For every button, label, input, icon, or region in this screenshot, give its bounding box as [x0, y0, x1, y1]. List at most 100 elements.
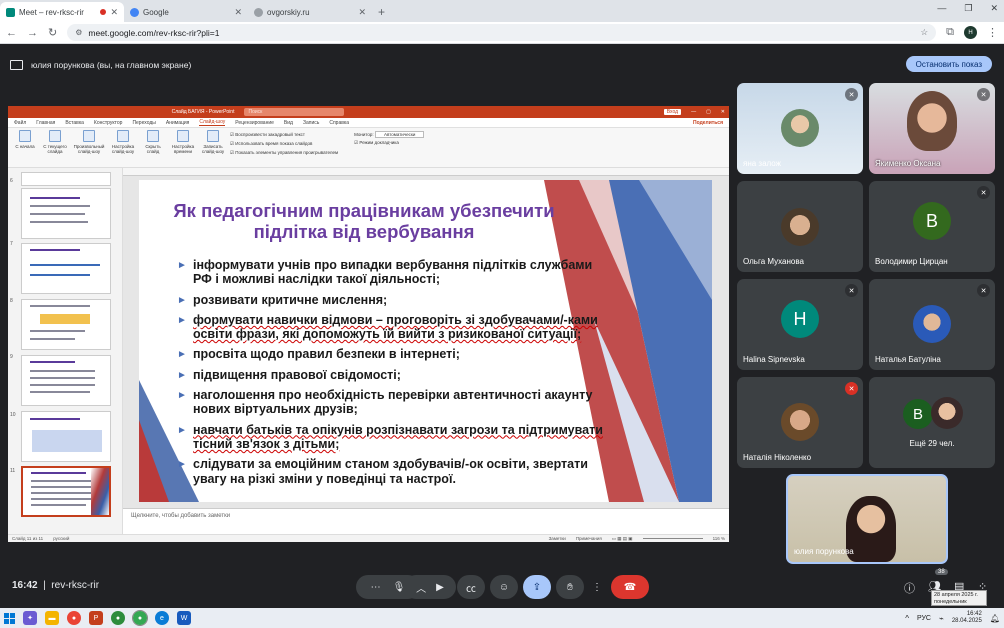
more-options-button[interactable]: ⋮ [587, 575, 607, 599]
ppt-tab-transitions[interactable]: Переходы [132, 120, 155, 126]
participant-tile[interactable]: ✕ Якименко Оксана [869, 83, 995, 174]
monitor-select[interactable]: Монитор: Автоматически [354, 131, 425, 138]
zoom-level: 116 % [712, 536, 725, 541]
slide-bullet: ► розвивати критичне мислення; [177, 292, 388, 307]
participant-tile[interactable]: В ✕ Володимир Цирцан [869, 181, 995, 272]
language-indicator[interactable]: РУС [917, 615, 931, 622]
back-icon[interactable]: ← [6, 27, 17, 39]
participant-tile[interactable]: ✕ Наталья Батуліна [869, 279, 995, 370]
captions-button[interactable]: ㏄ [457, 575, 485, 599]
minimize-icon[interactable]: — [937, 3, 946, 14]
word-icon[interactable]: W [177, 611, 191, 625]
close-tab-icon[interactable]: ✕ [358, 7, 366, 18]
tab-google[interactable]: Google ✕ [124, 2, 248, 22]
record-show-button[interactable]: Записать слайд-шоу [200, 130, 226, 165]
ppt-tab-insert[interactable]: Вставка [65, 120, 84, 126]
ppt-maximize-icon[interactable]: ▢ [706, 109, 711, 115]
presenter-view-checkbox[interactable]: ☑ Режим докладчика [354, 140, 424, 146]
close-tab-icon[interactable]: ✕ [234, 7, 242, 18]
clock[interactable]: 16:42 28.04.2025 [952, 611, 982, 625]
media-controls-checkbox[interactable]: ☑ Показать элементы управления проигрыва… [230, 150, 338, 156]
video-options-icon[interactable]: ︿ [416, 580, 426, 595]
zoom-slider[interactable] [642, 538, 703, 539]
url-input[interactable]: ⚙ meet.google.com/rev-rksc-rir?pli=1 ☆ [67, 24, 937, 41]
profile-avatar[interactable]: Н [964, 26, 977, 39]
forward-icon[interactable]: → [27, 27, 38, 39]
file-explorer-icon[interactable]: ▬ [45, 611, 59, 625]
slide-thumbnail[interactable] [21, 243, 111, 294]
bookmark-star-icon[interactable]: ☆ [921, 27, 929, 38]
site-info-icon[interactable]: ⚙ [75, 28, 82, 37]
notes-input[interactable]: Щелкните, чтобы добавить заметки [123, 508, 729, 534]
rehearse-timings-button[interactable]: Настройка времени [170, 130, 196, 165]
comments-toggle-button[interactable]: Примечания [576, 536, 602, 541]
chrome-alt-icon[interactable]: ● [111, 611, 125, 625]
ppt-tab-slideshow[interactable]: Слайд-шоу [199, 119, 226, 126]
tab-ovgorskiy[interactable]: ovgorskiy.ru ✕ [248, 2, 372, 22]
hide-slide-button[interactable]: Скрыть слайд [140, 130, 166, 165]
powerpoint-icon[interactable]: P [89, 611, 103, 625]
ppt-tab-view[interactable]: Вид [284, 120, 293, 126]
setup-show-button[interactable]: Настройка слайд-шоу [110, 130, 136, 165]
meeting-details-icon[interactable]: ⓘ [904, 580, 915, 596]
participant-tile[interactable]: ✕ Наталія Ніколенко [737, 377, 863, 468]
slide-thumbnail[interactable] [21, 411, 111, 462]
more-participants-tile[interactable]: В Ещё 29 чел. [869, 377, 995, 468]
ppt-tab-file[interactable]: Файл [14, 120, 26, 126]
ppt-tab-review[interactable]: Рецензирование [235, 120, 274, 126]
hide-slide-icon [147, 130, 159, 142]
from-current-button[interactable]: С текущего слайда [42, 130, 68, 165]
copilot-icon[interactable]: ✦ [23, 611, 37, 625]
self-view-tile[interactable]: юлия порункова [786, 474, 948, 564]
notes-toggle-button[interactable]: Заметки [549, 536, 566, 541]
close-tab-icon[interactable]: ✕ [110, 7, 118, 18]
present-button[interactable]: ⇪ [523, 575, 551, 599]
slide-thumbnail[interactable] [21, 299, 111, 350]
ppt-tab-help[interactable]: Справка [329, 120, 349, 126]
ppt-close-icon[interactable]: ✕ [721, 109, 725, 115]
ppt-minimize-icon[interactable]: — [691, 109, 696, 115]
ppt-search-input[interactable]: Поиск [244, 108, 345, 116]
extensions-icon[interactable]: ⧉ [946, 26, 954, 39]
notifications-icon[interactable]: 🔔︎ [990, 614, 1000, 623]
reactions-button[interactable]: ☺ [490, 575, 518, 599]
camera-icon[interactable]: ▶ [436, 582, 444, 593]
chrome-active-icon[interactable]: ● [132, 610, 148, 626]
ppt-tab-animation[interactable]: Анимация [166, 120, 189, 126]
tab-meet[interactable]: Meet – rev-rksc-rir ✕ [0, 2, 124, 22]
custom-show-button[interactable]: Произвольный слайд-шоу [72, 130, 106, 165]
participant-tile[interactable]: H ✕ Halina Sipnevska [737, 279, 863, 370]
ppt-tab-record[interactable]: Запись [303, 120, 319, 126]
ppt-tab-home[interactable]: Главная [36, 120, 55, 126]
ppt-login-button[interactable]: Вход [663, 109, 682, 115]
from-beginning-button[interactable]: С начала [12, 130, 38, 165]
view-buttons[interactable]: ▭ ▦ ▤ ▣ [612, 536, 633, 542]
menu-kebab-icon[interactable]: ⋮ [987, 26, 998, 39]
record-icon [207, 130, 219, 142]
close-window-icon[interactable]: ✕ [990, 3, 998, 14]
slide-thumbnail[interactable] [21, 355, 111, 406]
network-icon[interactable]: ⌁ [939, 614, 944, 623]
reload-icon[interactable]: ↻ [48, 26, 57, 39]
self-name: юлия порункова [794, 547, 854, 556]
audio-options-icon[interactable]: ⋯ [371, 582, 381, 593]
new-tab-button[interactable]: + [372, 5, 391, 22]
chrome-icon[interactable]: ● [67, 611, 81, 625]
ppt-tab-design[interactable]: Конструктор [94, 120, 123, 126]
stop-presenting-button[interactable]: Остановить показ [905, 56, 992, 72]
slide-thumbnail[interactable] [21, 172, 111, 186]
participant-tile[interactable]: Ольга Муханова [737, 181, 863, 272]
narration-checkbox[interactable]: ☑ Воспроизвести закадровый текст [230, 132, 338, 138]
slide-thumbnail[interactable] [21, 188, 111, 239]
participant-tile[interactable]: ✕ яна залож [737, 83, 863, 174]
current-slide[interactable]: Як педагогічним працівникам убезпечити п… [139, 180, 712, 502]
edge-icon[interactable]: e [155, 611, 169, 625]
tray-chevron-icon[interactable]: ^ [905, 614, 909, 623]
raise-hand-button[interactable]: ✋︎ [556, 575, 584, 599]
leave-call-button[interactable]: ☎ [611, 575, 649, 599]
ppt-share-button[interactable]: Поделиться [693, 120, 723, 126]
windows-start-icon[interactable] [4, 612, 15, 624]
slide-thumbnail-selected[interactable] [21, 466, 111, 517]
timings-checkbox[interactable]: ☑ Использовать время показа слайдов [230, 141, 338, 147]
maximize-icon[interactable]: ❐ [964, 3, 972, 14]
